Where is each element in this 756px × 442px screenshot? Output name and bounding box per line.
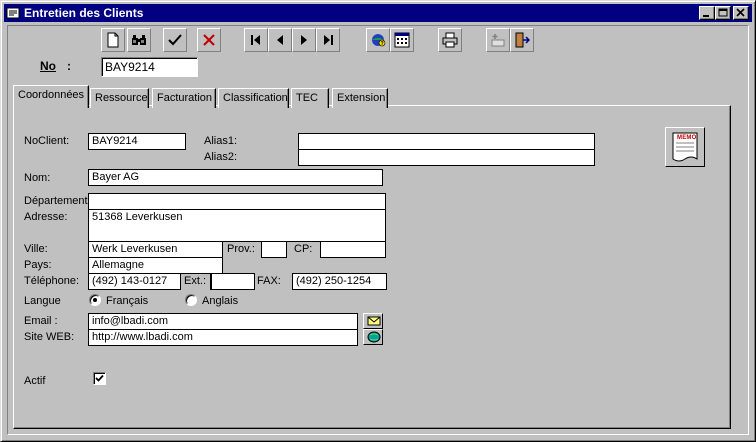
langue-francais-label[interactable]: Français [106, 295, 148, 307]
form-icon[interactable] [6, 6, 20, 20]
noclient-input[interactable]: BAY9214 [88, 133, 186, 150]
telephone-input[interactable]: (492) 143-0127 [88, 273, 181, 290]
new-icon [107, 32, 119, 48]
last-record-icon [324, 35, 333, 45]
window-title: Entretien des Clients [24, 6, 144, 20]
prov-input[interactable] [261, 241, 287, 258]
nom-input[interactable]: Bayer AG [88, 169, 383, 186]
fax-input[interactable]: (492) 250-1254 [292, 273, 387, 290]
find-icon [132, 35, 146, 45]
site-web-input[interactable]: http://www.lbadi.com [88, 329, 358, 346]
cp-label: CP: [294, 243, 313, 255]
exit-door-icon [515, 32, 530, 48]
help-icon: ? [372, 34, 386, 47]
maximize-icon [718, 8, 728, 17]
close-icon [736, 8, 745, 17]
calculator-icon [394, 32, 410, 48]
adresse-input[interactable]: 51368 Leverkusen [88, 209, 386, 242]
save-button[interactable] [163, 28, 187, 52]
pays-label: Pays: [24, 259, 52, 271]
svg-text:?: ? [381, 41, 384, 47]
langue-label: Langue [24, 295, 61, 307]
prev-record-icon [277, 35, 283, 45]
find-button[interactable] [127, 28, 151, 52]
langue-francais-radio[interactable] [89, 294, 101, 306]
adresse-label: Adresse: [24, 211, 68, 223]
alias1-input[interactable] [298, 133, 595, 150]
tab-classification[interactable]: Classification [218, 88, 289, 108]
cp-input[interactable] [320, 241, 386, 258]
alias1-label: Alias1: [204, 135, 238, 147]
first-record-icon [251, 35, 260, 45]
first-record-button[interactable] [244, 28, 268, 52]
delete-button[interactable] [197, 28, 221, 52]
send-email-button[interactable] [363, 313, 383, 329]
departement-label: Département: [24, 195, 91, 207]
title-bar: Entretien des Clients [4, 4, 752, 22]
last-record-button[interactable] [316, 28, 340, 52]
tab-facturation[interactable]: Facturation [152, 88, 216, 108]
envelope-icon [367, 316, 381, 326]
new-button[interactable] [101, 28, 125, 52]
actif-checkbox[interactable] [93, 372, 106, 385]
next-record-button[interactable] [292, 28, 316, 52]
exit-button[interactable] [510, 28, 534, 52]
main-window: Entretien des Clients ? No: BAY9214 Coo… [0, 0, 756, 442]
tab-extension[interactable]: Extension [332, 88, 388, 108]
tab-tec[interactable]: TEC [291, 88, 329, 108]
help-button[interactable]: ? [366, 28, 390, 52]
tab-coordonnees[interactable]: Coordonnées [13, 85, 89, 108]
globe-icon [367, 331, 381, 343]
ext-input[interactable] [210, 273, 255, 290]
minimize-icon [703, 15, 709, 17]
langue-anglais-radio[interactable] [185, 294, 197, 306]
save-check-icon [168, 34, 182, 46]
nom-label: Nom: [24, 172, 51, 184]
no-input[interactable]: BAY9214 [101, 57, 198, 77]
tab-ressource[interactable]: Ressource [90, 88, 149, 108]
maximize-button[interactable] [715, 6, 731, 20]
ville-label: Ville: [24, 243, 48, 255]
ville-input[interactable]: Werk Leverkusen [88, 241, 223, 258]
open-website-button[interactable] [363, 329, 383, 345]
alias2-input[interactable] [298, 149, 595, 166]
add-row-button[interactable] [486, 28, 510, 52]
close-button[interactable] [733, 6, 749, 20]
calculator-button[interactable] [390, 28, 414, 52]
noclient-label: NoClient: [24, 135, 70, 147]
next-record-icon [301, 35, 307, 45]
site-web-label: Site WEB: [24, 331, 75, 343]
ext-label: Ext.: [184, 275, 207, 287]
delete-x-icon [203, 34, 215, 46]
memo-label: MEMO [677, 135, 697, 141]
add-row-icon [491, 34, 505, 47]
checkmark-icon [95, 374, 104, 382]
pays-input[interactable]: Allemagne [88, 257, 223, 274]
no-label: No [40, 59, 56, 73]
alias2-label: Alias2: [204, 151, 238, 163]
print-icon [442, 32, 458, 48]
previous-record-button[interactable] [268, 28, 292, 52]
email-label: Email : [24, 315, 58, 327]
fax-label: FAX: [257, 275, 281, 287]
no-colon: : [67, 59, 71, 73]
langue-anglais-label[interactable]: Anglais [202, 295, 238, 307]
memo-button[interactable]: MEMO [665, 127, 705, 167]
telephone-label: Téléphone: [24, 275, 80, 287]
print-button[interactable] [438, 28, 462, 52]
email-input[interactable]: info@lbadi.com [88, 313, 358, 330]
minimize-button[interactable] [699, 6, 715, 20]
prov-label: Prov.: [227, 243, 255, 255]
actif-label: Actif [24, 375, 46, 387]
departement-input[interactable] [88, 193, 386, 210]
